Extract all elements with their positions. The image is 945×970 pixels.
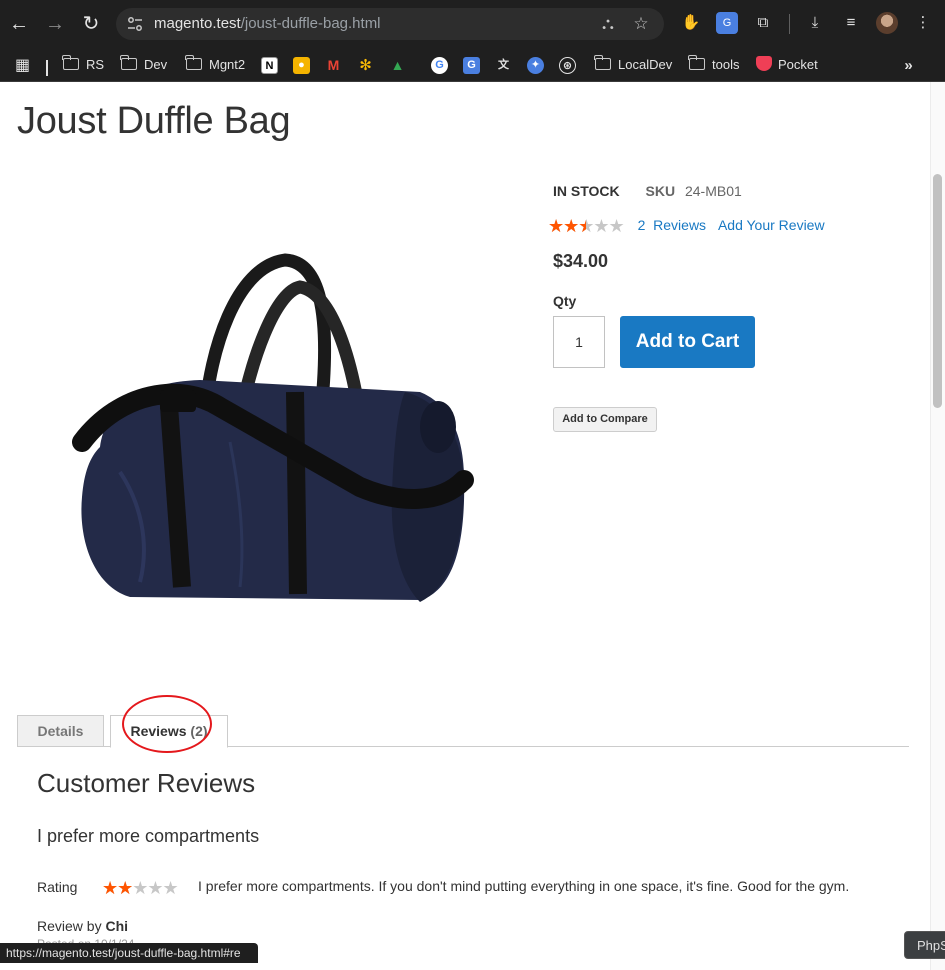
review-title: I prefer more compartments [37,826,260,846]
sku-label: SKU [645,183,676,199]
bookmark-label: Pocket [778,57,818,72]
folder-icon [120,55,137,70]
apps-grid-icon[interactable]: ▦ [14,57,31,74]
chatgpt-icon[interactable]: ⊛ [559,57,576,74]
product-rating-summary: ★★★★★★★★★★ 2 Reviews Add Your Review [548,216,825,237]
phpstorm-side-tab[interactable]: PhpS [904,931,945,959]
bookmark-folder-dev[interactable]: Dev [120,53,168,77]
toolbar-separator [789,14,790,34]
sku-value: 24-MB01 [684,183,742,199]
stock-sku-line: In stock SKU 24-MB01 [553,183,742,199]
review-author: Chi [105,918,129,934]
google-icon[interactable]: G [431,57,448,74]
qty-label: Qty [553,293,577,309]
customer-reviews-heading: Customer Reviews [37,768,256,798]
product-price: $34.00 [553,251,609,271]
bookmark-pocket[interactable]: Pocket [756,53,818,77]
tab-details[interactable]: Details [17,715,104,747]
rating-stars-fill: ★★★★★ [548,216,586,236]
bookmark-star-icon[interactable]: ☆ [631,14,651,34]
photos-pinwheel-icon[interactable]: ✻ [357,57,374,74]
translate-bookmark-icon[interactable]: G [463,57,480,74]
bookmark-folder-rs[interactable]: RS [62,53,105,77]
folder-icon [62,55,79,70]
bookmark-label: RS [86,57,105,72]
link-status-bar: https://magento.test/joust-duffle-bag.ht… [0,943,258,963]
review-by-label: Review by [37,918,102,934]
reviews-count-link[interactable]: 2 Reviews [638,217,706,233]
add-to-cart-button[interactable]: Add to Cart [620,316,755,368]
bookmark-folder-mgnt2[interactable]: Mgnt2 [185,53,246,77]
review-rating-stars: ★★★★★★★★★★ [102,878,179,898]
drive-icon[interactable]: ▲ [389,57,406,74]
review-author-line: Review by Chi [37,918,128,934]
scrollbar-thumb[interactable] [933,174,942,408]
site-settings-icon[interactable] [126,15,144,33]
add-to-compare-button[interactable]: Add to Compare [553,407,657,432]
gmail-icon[interactable]: M [325,57,342,74]
notion-icon[interactable]: N [261,57,278,74]
bookmark-folder-tools[interactable]: tools [688,53,740,77]
duffle-bag-image [72,253,474,602]
keep-notes-icon[interactable]: ● [293,57,310,74]
rating-stars: ★★★★★★★★★★ [548,216,625,236]
download-icon[interactable]: ⤓ [804,12,826,34]
review-rating-label: Rating [37,879,78,895]
browser-toolbar: ← → ↻ magento.test/joust-duffle-bag.html… [0,0,945,48]
reviews-link-label: Reviews [653,217,707,233]
url-path: /joust-duffle-bag.html [240,15,381,32]
folder-icon [594,55,611,70]
bookmark-label: LocalDev [618,57,673,72]
review-count: 2 [637,217,646,233]
url-text: magento.test/joust-duffle-bag.html [154,15,381,32]
google-translate-extension-icon[interactable]: G [716,12,738,34]
bookmarks-separator [46,60,48,76]
qty-input[interactable]: 1 [553,316,605,368]
gemini-icon[interactable]: ✦ [527,57,544,74]
menu-kebab-icon[interactable]: ⋮ [912,12,934,34]
folder-icon [688,55,705,70]
forward-icon[interactable]: → [41,10,69,38]
address-bar[interactable]: magento.test/joust-duffle-bag.html ⛬ ☆ [116,8,664,40]
folder-icon [185,55,202,70]
bookmark-label: Dev [144,57,168,72]
review-text: I prefer more compartments. If you don't… [198,878,850,894]
add-review-link[interactable]: Add Your Review [718,217,825,233]
translate-icon[interactable]: ⛬ [598,14,618,34]
product-page: Joust Duffle Bag In stock SKU 24-MB01 ★★… [0,82,930,970]
reload-icon[interactable]: ↻ [77,10,105,38]
annotation-circle [122,695,212,753]
bookmark-folder-localdev[interactable]: LocalDev [594,53,673,77]
review-rating: ★★★★★★★★★★ [102,878,179,899]
bookmark-label: tools [712,57,740,72]
product-title: Joust Duffle Bag [17,100,291,142]
back-icon[interactable]: ← [5,10,33,38]
product-image[interactable] [60,242,490,622]
url-host: magento.test [154,15,241,32]
review-rating-stars-fill: ★★★★★ [102,878,133,898]
pocket-icon [756,56,772,71]
profile-avatar[interactable] [876,12,898,34]
more-bookmarks-chevron-icon[interactable]: » [900,57,917,74]
bookmark-label: Mgnt2 [209,57,246,72]
extensions-puzzle-icon[interactable]: ⧉ [752,12,774,34]
stock-status: In stock [553,183,620,199]
language-tool-icon[interactable]: 文 [495,57,512,74]
bookmarks-bar: ▦ RS Dev Mgnt2 N ● M ✻ ▲ G G 文 ✦ ⊛ Local… [0,48,945,82]
stop-hand-extension-icon[interactable]: ✋ [680,12,702,34]
media-playlist-icon[interactable]: ≡ [840,12,862,34]
